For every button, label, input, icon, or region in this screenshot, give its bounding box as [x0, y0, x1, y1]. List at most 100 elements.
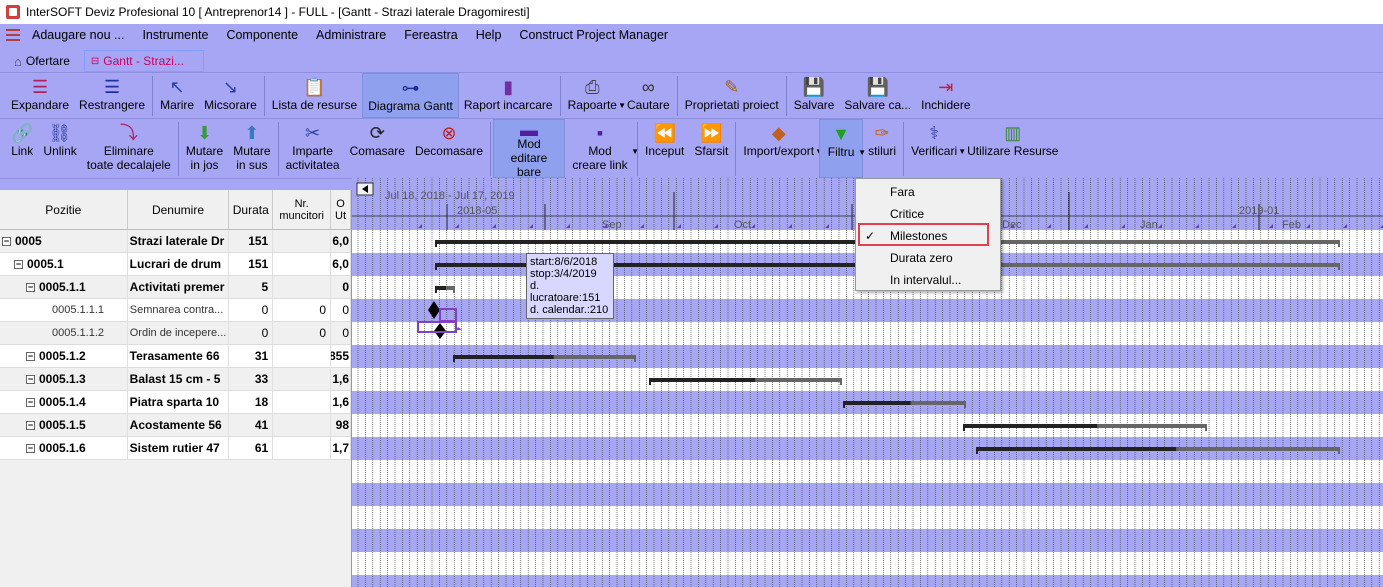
menu-construct-project-manager[interactable]: Construct Project Manager: [519, 28, 668, 42]
reports-button[interactable]: ⎙ Rapoarte ▼: [563, 73, 626, 118]
cell-nr-muncitori[interactable]: [273, 414, 332, 436]
cell-durata[interactable]: 33: [229, 368, 274, 390]
table-row[interactable]: −0005 Strazi laterale Dr 151 6,0: [0, 230, 352, 253]
cell-nr-muncitori[interactable]: [273, 230, 332, 252]
cell-pozitie[interactable]: −0005.1.4: [0, 391, 128, 413]
header-denumire[interactable]: Denumire: [128, 190, 230, 229]
cell-nr-muncitori[interactable]: [273, 345, 332, 367]
cell-denumire[interactable]: Lucrari de drum: [128, 253, 230, 275]
cell-o[interactable]: 1,6: [331, 368, 351, 390]
end-button[interactable]: ⏩ Sfarsit: [689, 119, 733, 178]
resource-usage-button[interactable]: ▥ Utilizare Resurse: [962, 119, 1063, 178]
cell-denumire[interactable]: Strazi laterale Dr: [128, 230, 230, 252]
tab-gantt[interactable]: ⊟ Gantt - Strazi...: [83, 50, 204, 72]
cell-durata[interactable]: 41: [229, 414, 274, 436]
collapse-toggle-icon[interactable]: −: [14, 259, 23, 269]
cell-denumire[interactable]: Sistem rutier 47: [128, 437, 230, 459]
cell-nr-muncitori[interactable]: [273, 253, 332, 275]
load-report-button[interactable]: ▮ Raport incarcare: [459, 73, 558, 118]
cell-pozitie[interactable]: 0005.1.1.2: [0, 322, 128, 344]
cell-o[interactable]: 1,7: [331, 437, 351, 459]
cell-pozitie[interactable]: −0005.1.6: [0, 437, 128, 459]
header-durata[interactable]: Durata: [229, 190, 274, 229]
resource-list-button[interactable]: 📋 Lista de resurse: [267, 73, 362, 118]
expand-button[interactable]: ☰ Expandare: [6, 73, 74, 118]
filter-item-durata-zero[interactable]: Durata zero: [856, 247, 1000, 269]
search-button[interactable]: ∞ Cautare: [622, 73, 675, 118]
cell-durata[interactable]: 5: [229, 276, 274, 298]
header-pozitie[interactable]: Pozitie: [0, 190, 128, 229]
close-document-button[interactable]: ⇥ Inchidere: [916, 73, 975, 118]
tab-ofertare[interactable]: ⌂ Ofertare: [8, 50, 76, 72]
system-menu-icon[interactable]: [6, 29, 20, 41]
menu-componente[interactable]: Componente: [226, 28, 298, 42]
cell-durata[interactable]: 151: [229, 230, 274, 252]
checks-button[interactable]: ⚕ Verificari ▼: [906, 119, 966, 178]
collapse-toggle-icon[interactable]: −: [2, 236, 11, 246]
menu-instrumente[interactable]: Instrumente: [142, 28, 208, 42]
collapse-toggle-icon[interactable]: −: [26, 420, 35, 430]
cell-denumire[interactable]: Activitati premer: [128, 276, 230, 298]
cell-durata[interactable]: 31: [229, 345, 274, 367]
create-link-mode-button[interactable]: ▪ Mod creare link ▼: [565, 119, 639, 178]
merge-button[interactable]: ⟳ Comasare: [345, 119, 410, 178]
move-up-button[interactable]: ⬆ Mutare in sus: [228, 119, 275, 178]
table-row[interactable]: −0005.1.2Terasamente 6631855: [0, 345, 351, 368]
cell-nr-muncitori[interactable]: [273, 276, 332, 298]
collapse-toggle-icon[interactable]: −: [26, 282, 35, 292]
cell-denumire[interactable]: Acostamente 56: [128, 414, 230, 436]
cell-pozitie[interactable]: −0005.1.5: [0, 414, 128, 436]
table-row[interactable]: −0005.1.6 Sistem rutier 47 61 1,7: [0, 437, 351, 460]
cell-pozitie[interactable]: −0005: [0, 230, 128, 252]
cell-durata[interactable]: 151: [229, 253, 274, 275]
zoom-in-button[interactable]: ↖ Marire: [155, 73, 199, 118]
cell-o[interactable]: 98: [331, 414, 351, 436]
table-row[interactable]: 0005.1.1.1 Semnarea contra... 0 0 0: [0, 299, 351, 322]
cell-o[interactable]: 1,6: [331, 391, 351, 413]
menu-help[interactable]: Help: [476, 28, 502, 42]
cell-nr-muncitori[interactable]: 0: [273, 322, 332, 344]
cell-pozitie[interactable]: −0005.1: [0, 253, 128, 275]
edit-bars-mode-button[interactable]: ▬ Mod editare bare: [493, 119, 565, 179]
cell-o[interactable]: 0: [331, 299, 351, 321]
unmerge-button[interactable]: ⊗ Decomasare: [410, 119, 488, 178]
table-row[interactable]: −0005.1.3 Balast 15 cm - 5 33 1,6: [0, 368, 351, 391]
menu-fereastra[interactable]: Fereastra: [404, 28, 458, 42]
collapse-toggle-icon[interactable]: −: [26, 374, 35, 384]
cell-denumire[interactable]: Semnarea contra...: [128, 299, 230, 321]
zoom-out-button[interactable]: ↘ Micsorare: [199, 73, 262, 118]
header-o[interactable]: O Ut: [331, 190, 351, 229]
unlink-button[interactable]: ⛓ Unlink: [38, 119, 81, 178]
split-activity-button[interactable]: ✂ Imparte activitatea: [281, 119, 345, 178]
cell-durata[interactable]: 0: [229, 322, 274, 344]
cell-nr-muncitori[interactable]: 0: [273, 299, 332, 321]
table-row[interactable]: −0005.1 Lucrari de drum 151 6,0: [0, 253, 351, 276]
cell-nr-muncitori[interactable]: [273, 437, 332, 459]
collapse-toggle-icon[interactable]: −: [26, 351, 35, 361]
table-row[interactable]: −0005.1.4 Piatra sparta 10 18 1,6: [0, 391, 351, 414]
cell-o[interactable]: 0: [331, 276, 351, 298]
cell-durata[interactable]: 0: [229, 299, 274, 321]
remove-lags-button[interactable]: ⤵ Eliminare toate decalajele: [82, 119, 176, 178]
table-row[interactable]: −0005.1.1 Activitati premer 5 0: [0, 276, 351, 299]
start-button[interactable]: ⏪ Inceput: [640, 119, 689, 178]
link-button[interactable]: 🔗 Link: [6, 119, 38, 178]
cell-nr-muncitori[interactable]: [273, 391, 332, 413]
filter-button[interactable]: ▼ Filtru ▼: [819, 119, 866, 178]
cell-o[interactable]: 855: [331, 345, 351, 367]
cell-pozitie[interactable]: 0005.1.1.1: [0, 299, 128, 321]
table-row[interactable]: −0005.1.5 Acostamente 56 41 98: [0, 414, 351, 437]
cell-denumire[interactable]: Ordin de incepere...: [128, 322, 230, 344]
header-nr-muncitori[interactable]: Nr. muncitori: [273, 190, 332, 229]
cell-nr-muncitori[interactable]: [273, 368, 332, 390]
filter-item-critice[interactable]: Critice: [856, 203, 1000, 225]
cell-o[interactable]: 0: [331, 322, 351, 344]
cell-o[interactable]: 6,0: [331, 230, 352, 252]
menu-adaugare[interactable]: Adaugare nou ...: [32, 28, 124, 42]
save-as-button[interactable]: 💾 Salvare ca...: [839, 73, 916, 118]
cell-o[interactable]: 6,0: [331, 253, 351, 275]
cell-durata[interactable]: 61: [229, 437, 274, 459]
cell-denumire[interactable]: Piatra sparta 10: [128, 391, 230, 413]
dropdown-arrow-icon[interactable]: ▼: [631, 145, 639, 159]
cell-pozitie[interactable]: −0005.1.2: [0, 345, 128, 367]
